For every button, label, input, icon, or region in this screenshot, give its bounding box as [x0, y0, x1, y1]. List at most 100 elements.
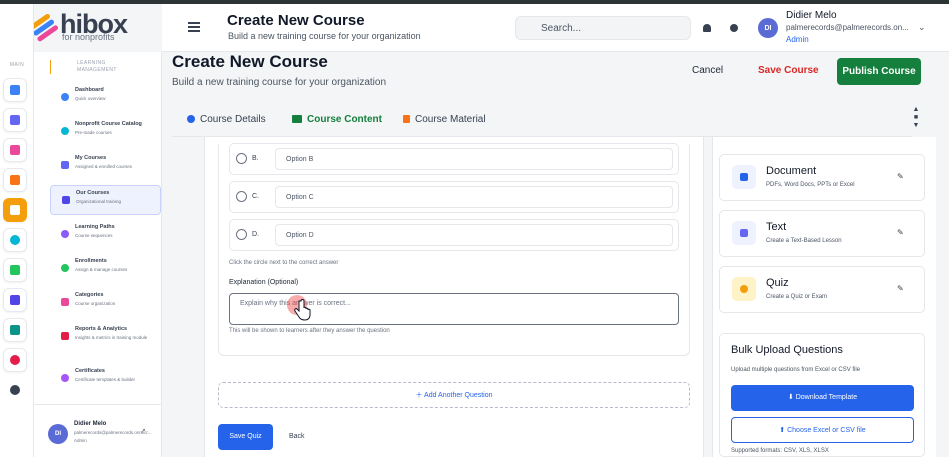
- settings-gear-icon[interactable]: [3, 378, 27, 402]
- download-template-button[interactable]: ⬇ Download Template: [731, 385, 914, 411]
- megaphone-icon[interactable]: [3, 138, 27, 162]
- nav-item-sub: Assigned & enrolled courses: [75, 164, 133, 169]
- nav-section-label: LEARNING MANAGEMENT: [50, 60, 140, 74]
- choose-file-button[interactable]: ⬆ Choose Excel or CSV file: [731, 417, 914, 443]
- explanation-label: Explanation (Optional): [229, 279, 299, 286]
- avatar[interactable]: DI: [758, 18, 778, 38]
- upload-icon: ⬆: [779, 427, 786, 434]
- nav-item-enrollments[interactable]: Enrollments Assign & manage courses: [50, 254, 161, 284]
- document-icon: [732, 165, 756, 189]
- answer-option: D. Option D: [229, 219, 679, 251]
- dashboard-icon: [61, 93, 69, 101]
- user-email: palmerecords@palmerecords.on...: [786, 23, 909, 32]
- publish-course-button[interactable]: Publish Course: [837, 58, 921, 85]
- user-email: palmerecords@palmerecords.onmicr...: [74, 430, 152, 435]
- supported-formats: Supported formats: CSV, XLS, XLSX: [731, 448, 829, 454]
- bulk-upload-card: Bulk Upload Questions Upload multiple qu…: [719, 333, 925, 457]
- lesson-type-document[interactable]: Document PDFs, Word Docs, PPTs or Excel …: [719, 154, 925, 201]
- download-icon: ⬇: [787, 394, 794, 401]
- nav-item-title: My Courses: [75, 155, 107, 161]
- nav-item-reports[interactable]: Reports & Analytics Insights & metrics i…: [50, 322, 161, 356]
- window-scrollbar[interactable]: [936, 52, 949, 457]
- add-question-button[interactable]: ＋ Add Another Question: [218, 382, 690, 408]
- hibox-logo[interactable]: hibox for nonprofits: [30, 9, 140, 46]
- user-role: Admin: [74, 438, 87, 443]
- nav-item-categories[interactable]: Categories Course organization: [50, 288, 161, 318]
- nav-item-our-courses[interactable]: Our Courses Organizational training: [50, 185, 161, 215]
- rail-section-label: MAIN: [9, 62, 25, 68]
- theme-toggle-icon[interactable]: [730, 24, 738, 32]
- nav-item-sub: Assign & manage courses: [75, 267, 128, 272]
- edit-icon[interactable]: ✎: [897, 284, 904, 293]
- lesson-type-title: Quiz: [766, 277, 789, 289]
- scroll-indicator-icon[interactable]: ▲ ■ ▼: [910, 106, 922, 130]
- search-input[interactable]: Search...: [515, 16, 691, 40]
- correct-answer-radio[interactable]: [236, 153, 247, 164]
- header-subtitle: Build a new training course for your org…: [228, 31, 421, 41]
- chevron-down-icon[interactable]: ⌄: [918, 22, 926, 33]
- user-role: Admin: [786, 35, 809, 44]
- bulk-upload-title: Bulk Upload Questions: [731, 344, 843, 356]
- nav-user-card[interactable]: DI Didier Melo palmerecords@palmerecords…: [34, 404, 162, 457]
- course-tabs: Course Details Course Content Course Mat…: [172, 104, 912, 137]
- option-letter: D.: [252, 231, 259, 238]
- back-button[interactable]: Back: [289, 433, 305, 440]
- user-name[interactable]: Didier Melo: [786, 10, 837, 21]
- correct-answer-hint: Click the circle next to the correct ans…: [229, 260, 339, 266]
- chart-icon: [61, 332, 69, 340]
- option-input[interactable]: Option C: [275, 186, 673, 208]
- nav-item-sub: Organizational training: [76, 199, 122, 204]
- nav-item-dashboard[interactable]: Dashboard Quick overview: [50, 83, 161, 113]
- page-title: Create New Course: [172, 52, 328, 71]
- nav-item-sub: Certificate templates & builder: [75, 377, 136, 382]
- path-icon: [61, 230, 69, 238]
- external-link-icon[interactable]: ↗: [140, 427, 146, 435]
- nav-item-my-courses[interactable]: My Courses Assigned & enrolled courses: [50, 151, 161, 181]
- pie-chart-icon[interactable]: [3, 348, 27, 372]
- nav-item-title: Reports & Analytics: [75, 326, 128, 332]
- menu-hamburger-icon[interactable]: [188, 22, 200, 32]
- option-input[interactable]: Option D: [275, 224, 673, 246]
- lesson-type-quiz[interactable]: Quiz Create a Quiz or Exam ✎: [719, 266, 925, 313]
- network-icon[interactable]: [3, 258, 27, 282]
- option-input[interactable]: Option B: [275, 148, 673, 170]
- explanation-hint: This will be shown to learners after the…: [229, 328, 390, 334]
- tab-course-content[interactable]: Course Content: [292, 114, 382, 125]
- nav-item-sub: Quick overview: [75, 96, 106, 101]
- tab-course-details[interactable]: Course Details: [187, 114, 266, 125]
- text-edit-icon: [732, 221, 756, 245]
- nav-item-sub: Course organization: [75, 301, 116, 306]
- tab-course-material[interactable]: Course Material: [403, 114, 486, 125]
- cancel-button[interactable]: Cancel: [692, 65, 723, 76]
- edit-icon[interactable]: ✎: [897, 172, 904, 181]
- nav-item-course-catalog[interactable]: Nonprofit Course Catalog Pre-made course…: [50, 117, 161, 147]
- notification-bell-icon[interactable]: [703, 24, 711, 32]
- edit-icon[interactable]: ✎: [897, 228, 904, 237]
- document-icon[interactable]: [3, 168, 27, 192]
- page-subtitle: Build a new training course for your org…: [172, 77, 387, 88]
- option-letter: B.: [252, 155, 259, 162]
- question-editor: B. Option B C. Option C D. Option D Clic…: [218, 143, 690, 356]
- org-chart-icon[interactable]: [3, 108, 27, 132]
- icon-rail: MAIN: [0, 4, 34, 457]
- folder-icon: [61, 298, 69, 306]
- nav-item-certificates[interactable]: Certificates Certificate templates & bui…: [50, 364, 161, 394]
- home-icon[interactable]: [3, 78, 27, 102]
- quiz-icon: [732, 277, 756, 301]
- learning-icon[interactable]: [3, 198, 27, 222]
- logo-tagline: for nonprofits: [62, 32, 115, 42]
- nav-item-learning-paths[interactable]: Learning Paths Course sequences: [50, 220, 161, 250]
- nav-item-sub: Insights & metrics in training module: [75, 335, 148, 340]
- save-course-button[interactable]: Save Course: [758, 65, 819, 76]
- people-icon[interactable]: [3, 318, 27, 342]
- certificate-icon: [61, 374, 69, 382]
- globe-icon[interactable]: [3, 228, 27, 252]
- search-placeholder: Search...: [541, 23, 582, 34]
- lesson-type-text[interactable]: Text Create a Text-Based Lesson ✎: [719, 210, 925, 257]
- report-icon[interactable]: [3, 288, 27, 312]
- correct-answer-radio[interactable]: [236, 191, 247, 202]
- save-quiz-button[interactable]: Save Quiz: [218, 424, 273, 450]
- correct-answer-radio[interactable]: [236, 229, 247, 240]
- bulk-upload-sub: Upload multiple questions from Excel or …: [731, 367, 861, 373]
- nav-item-title: Nonprofit Course Catalog: [75, 121, 142, 127]
